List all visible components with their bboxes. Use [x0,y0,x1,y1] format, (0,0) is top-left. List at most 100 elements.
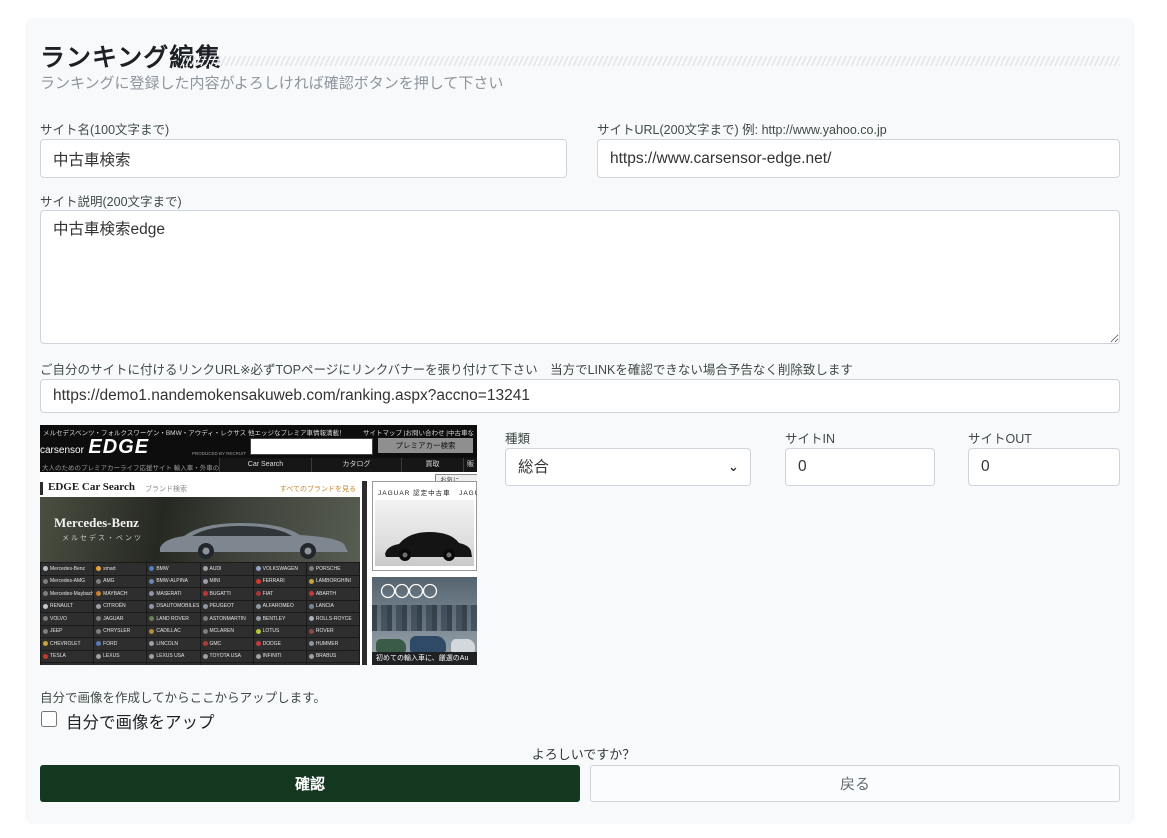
site-in-input[interactable] [785,448,935,486]
banner-brand-cell: AMG [94,576,146,588]
brand-name: ABARTH [316,591,336,597]
confirm-button[interactable]: 確認 [40,765,580,802]
back-button[interactable]: 戻る [590,765,1120,802]
banner-brand-cell: PEUGEOT [201,601,253,613]
brand-logo-icon [203,629,208,634]
banner-brand-cell: BUGATTI [201,588,253,600]
banner-brand-cell: DSAUTOMOBILES [147,601,199,613]
brand-name: LOTUS [263,628,280,634]
banner-brand-cell: INFINITI [254,651,306,663]
banner-nav: Car Searchカタログ買取販 [219,458,477,472]
banner-brand-cell: FIAT [254,588,306,600]
banner-brand-cell: MCLAREN [201,626,253,638]
upload-checkbox-label: 自分で画像をアップ [66,709,215,733]
banner-nav-item: カタログ [311,458,401,472]
brand-logo-icon [43,604,48,609]
banner-brand-cell: AUDI [201,563,253,575]
brand-logo-icon [309,591,314,596]
brand-name: JEEP [50,628,63,634]
banner-brand-cell: BMW [147,663,199,665]
banner-brand-cell: FERRARI [254,576,306,588]
banner-brand-cell: CADILLAC [147,626,199,638]
brand-name: LANCIA [316,603,334,609]
site-url-input[interactable] [597,139,1120,178]
brand-name: LAND ROVER [156,616,189,622]
brand-name: HUMMER [316,641,339,647]
banner-brand-cell: LAND ROVER [147,613,199,625]
banner-brand-cell: CITROËN [94,601,146,613]
brand-name: ROVER [316,628,334,634]
brand-logo-icon [256,629,261,634]
brand-logo-icon [149,566,154,571]
banner-brand-cell: BMW [147,563,199,575]
banner-all-brands-link: すべてのブランドを見る [280,484,356,494]
brand-logo-icon [149,616,154,621]
brand-logo-icon [96,604,101,609]
banner-brand-cell: LINCOLN [147,638,199,650]
brand-logo-icon [309,641,314,646]
brand-logo-icon [256,566,261,571]
banner-nav-item: Car Search [219,458,311,472]
brand-logo-icon [203,641,208,646]
jaguar-car-illustration [381,524,473,562]
site-out-label: サイトOUT [968,428,1032,447]
brand-name: JAGUAR [103,616,123,622]
carsensor-edge-logo: carsensor EDGE [40,436,149,459]
upload-image-checkbox[interactable] [41,711,57,727]
site-name-input[interactable] [40,139,567,178]
brand-logo-icon [203,579,208,584]
link-url-label: ご自分のサイトに付けるリンクURL※必ずTOPページにリンクバナーを張り付けて下… [40,359,853,378]
brand-name: FORD [103,641,117,647]
banner-brand-cell: JAGUAR [94,613,146,625]
brand-name: DODGE [263,641,281,647]
banner-brand-cell: PORSCHE [307,563,359,575]
banner-brand-cell: LOTUS [254,626,306,638]
banner-brand-cell: HUMMER [307,638,359,650]
brand-name: BMW [156,566,168,572]
site-out-input[interactable] [968,448,1120,486]
brand-logo-icon [309,604,314,609]
banner-site-header: メルセデスベンツ・フォルクスワーゲン・BMW・アウディ・レクサス 他エッジなプレ… [40,425,477,472]
brand-name: CITROËN [103,603,126,609]
banner-brand-cell: smart [94,563,146,575]
brand-logo-icon [256,579,261,584]
brand-name: BRABUS [316,653,337,659]
category-select[interactable]: 総合 [505,448,751,486]
brand-logo-icon [96,616,101,621]
banner-brand-cell: MAYBACH [94,588,146,600]
link-banner-preview-image: メルセデスベンツ・フォルクスワーゲン・BMW・アウディ・レクサス 他エッジなプレ… [40,425,477,665]
brand-logo-icon [309,566,314,571]
banner-brand-cell: smart [94,663,146,665]
link-url-input[interactable] [40,379,1120,413]
brand-name: INFINITI [263,653,282,659]
brand-name: Mercedes-AMG [50,578,85,584]
banner-hero-title: Mercedes-Benz [54,515,139,531]
banner-jaguar-ad: JAGUAR 認定中古車 JAGU [372,481,477,571]
brand-logo-icon [149,579,154,584]
banner-brand-cell: GMC [201,638,253,650]
site-description-textarea[interactable]: 中古車検索edge [40,210,1120,344]
brand-logo-icon [43,616,48,621]
banner-brand-cell: FORD [94,638,146,650]
brand-name: MCLAREN [210,628,234,634]
banner-section-subtitle: ブランド検索 [145,484,187,494]
banner-brand-cell: LEXUS [94,651,146,663]
jaguar-ad-title-cut: JAGU [459,490,477,497]
brand-name: CHEVROLET [50,641,81,647]
brand-name: Mercedes-Maybach [50,591,93,597]
banner-brand-cell: Mercedes-AMG [41,576,93,588]
banner-hero-subtitle: メルセデス・ベンツ [62,533,143,543]
banner-brand-cell: ROLLS-ROYCE [307,613,359,625]
banner-nav-item: 買取 [401,458,463,472]
banner-brand-cell: BENTLEY [254,613,306,625]
brand-logo-icon [96,654,101,659]
banner-brand-cell: ASTONMARTIN [201,613,253,625]
brand-logo-icon [309,654,314,659]
brand-logo-icon [309,629,314,634]
brand-logo-icon [43,591,48,596]
brand-logo-icon [203,616,208,621]
site-url-label: サイトURL(200文字まで) 例: http://www.yahoo.co.j… [597,119,887,138]
brand-logo-icon [96,591,101,596]
brand-name: smart [103,566,116,572]
brand-logo-icon [149,591,154,596]
